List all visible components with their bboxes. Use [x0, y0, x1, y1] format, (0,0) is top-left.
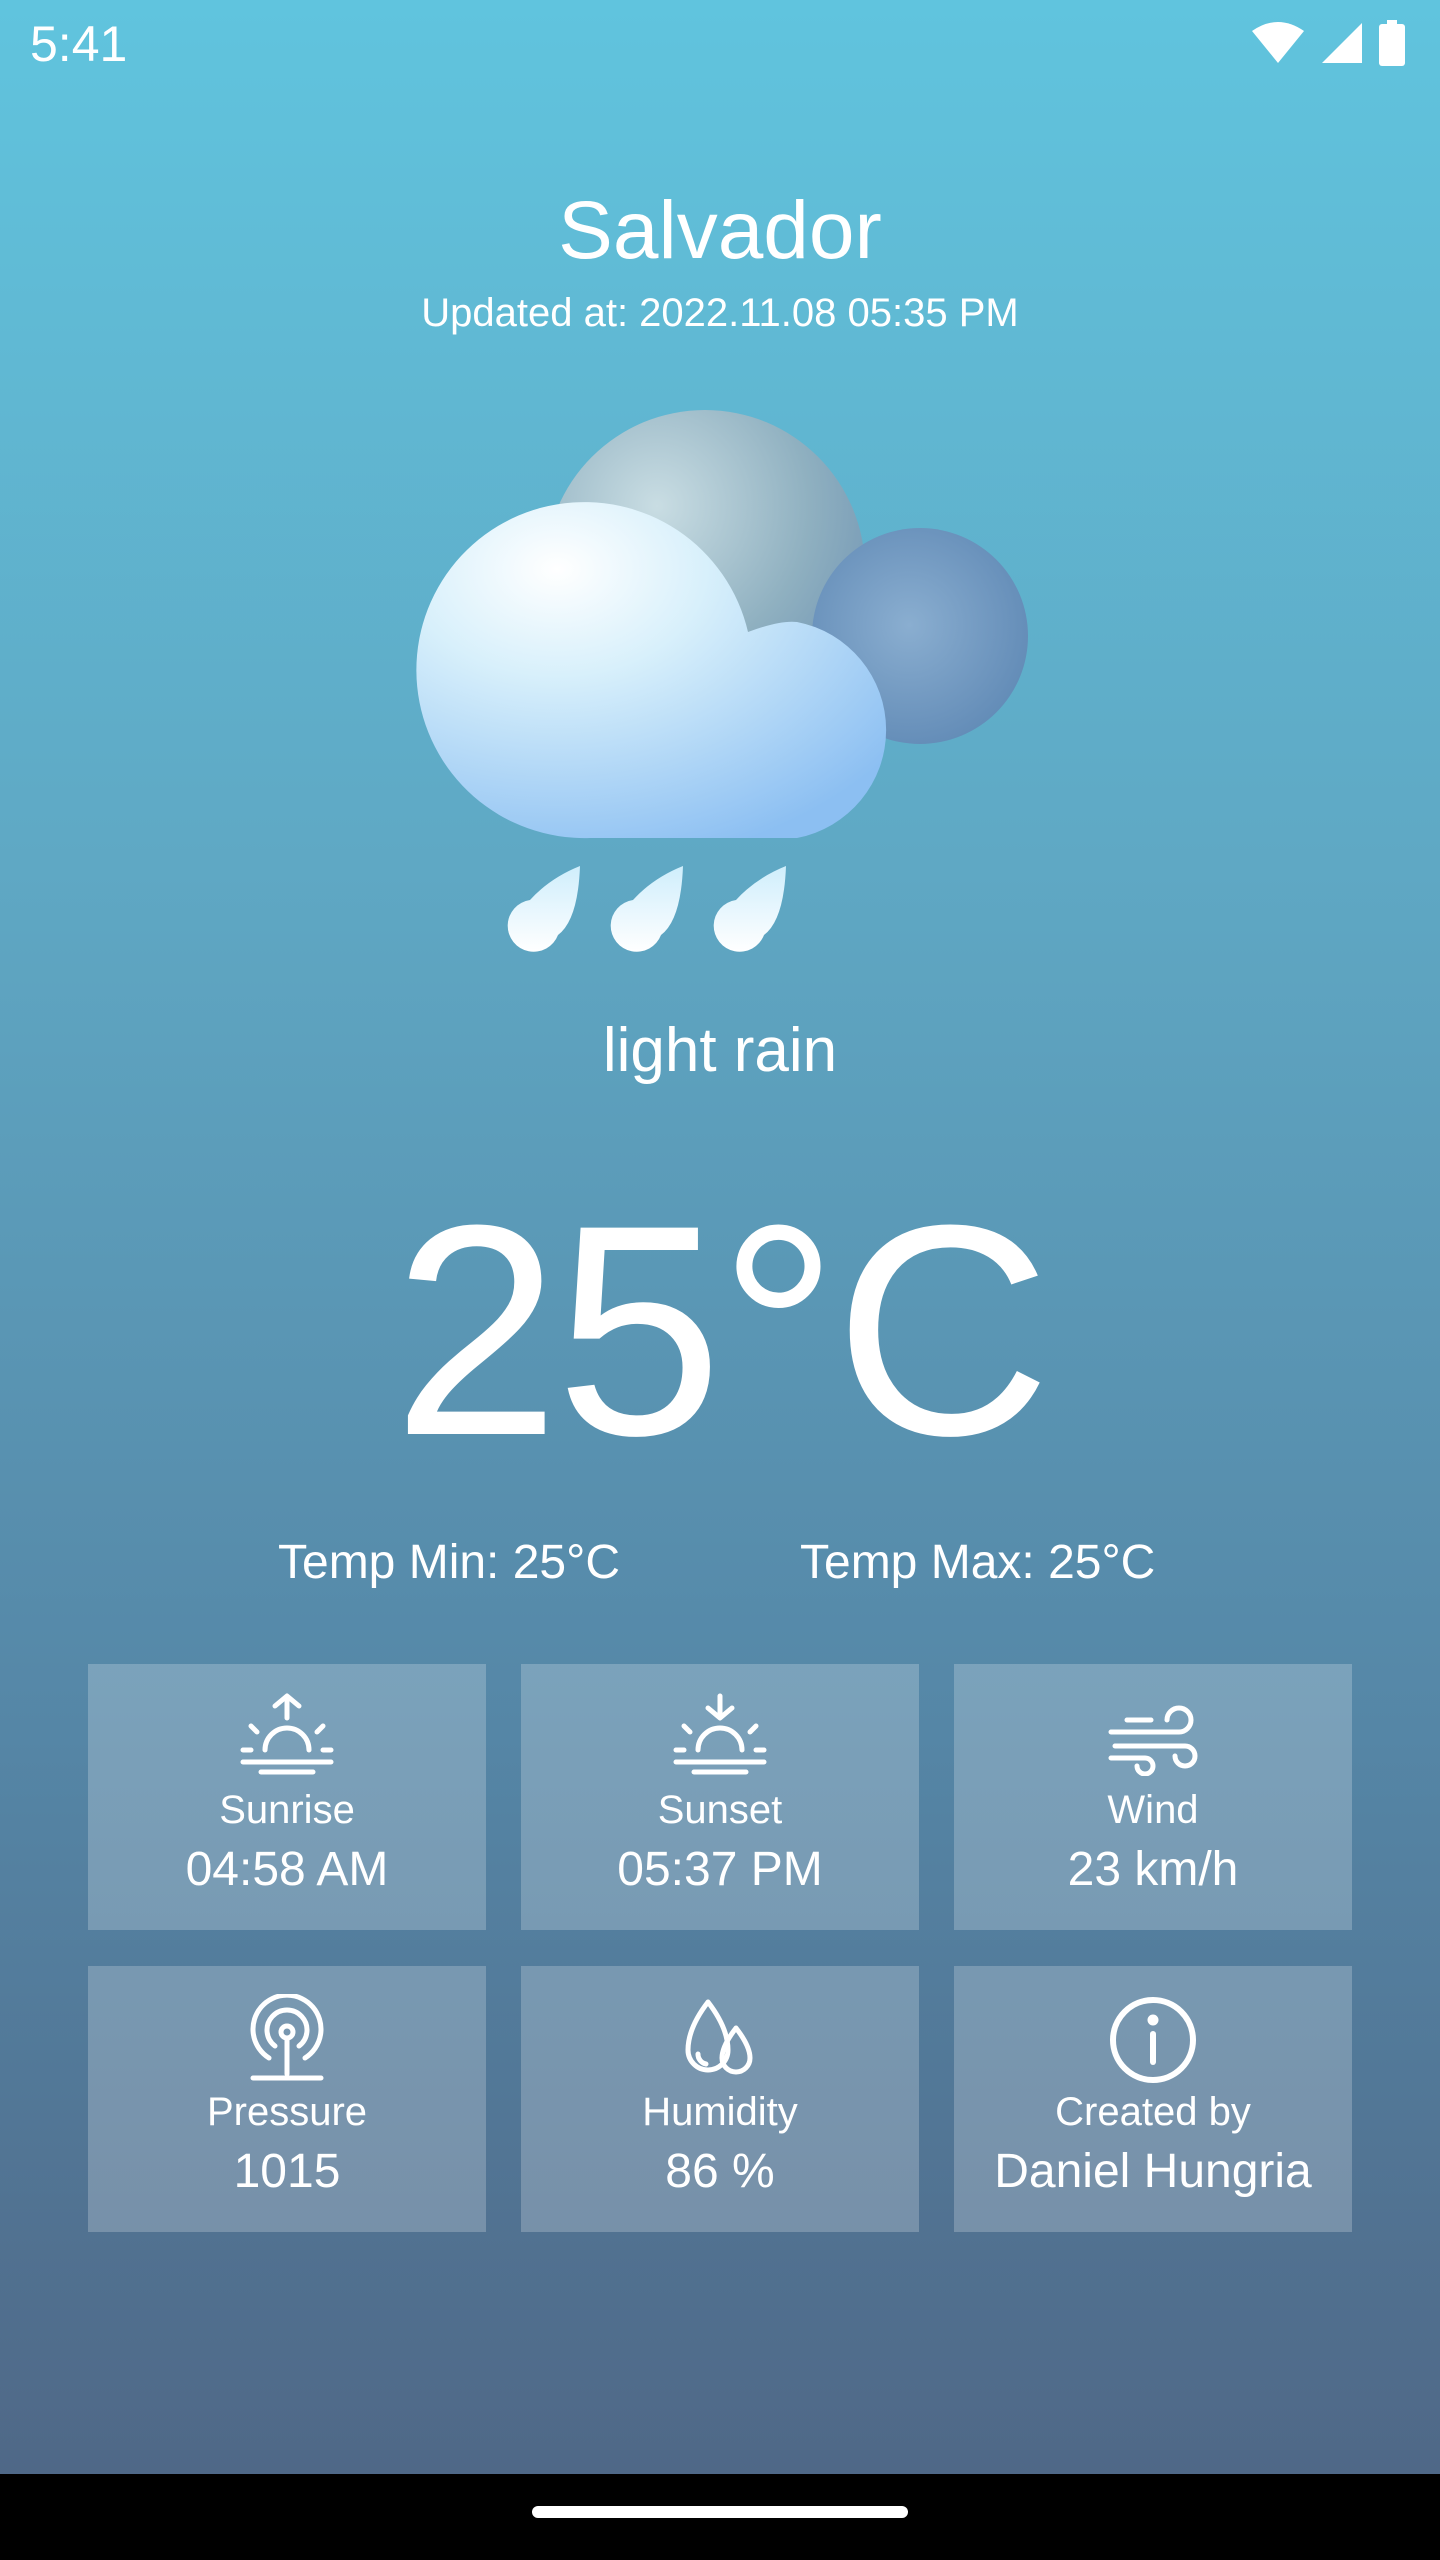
updated-at: Updated at: 2022.11.08 05:35 PM	[421, 291, 1019, 335]
tile-label: Wind	[1107, 1788, 1199, 1832]
tile-humidity: Humidity 86 %	[521, 1966, 919, 2232]
tile-value: 05:37 PM	[617, 1843, 823, 1896]
tile-pressure: Pressure 1015	[88, 1966, 486, 2232]
cellular-signal-icon	[1322, 23, 1362, 63]
tile-value: Daniel Hungria	[994, 2145, 1312, 2198]
cloud-rain-icon	[416, 410, 1028, 952]
info-icon	[1110, 1997, 1196, 2083]
humidity-icon	[685, 1999, 753, 2075]
tile-label: Sunset	[657, 1788, 783, 1832]
current-temperature: 25°C	[392, 1162, 1051, 1498]
tile-label: Created by	[1055, 2090, 1251, 2134]
sunset-icon	[673, 1693, 767, 1775]
pressure-icon	[250, 1994, 324, 2081]
wifi-icon	[1252, 22, 1304, 63]
home-gesture-handle[interactable]	[532, 2506, 908, 2518]
tile-sunrise: Sunrise 04:58 AM	[88, 1664, 486, 1930]
tile-label: Sunrise	[219, 1788, 355, 1832]
temp-min: Temp Min: 25°C	[278, 1536, 620, 1589]
city-name: Salvador	[558, 185, 882, 276]
temp-max: Temp Max: 25°C	[800, 1536, 1156, 1589]
tile-wind: Wind 23 km/h	[954, 1664, 1352, 1930]
tile-value: 23 km/h	[1067, 1843, 1239, 1896]
tile-created-by: Created by Daniel Hungria	[954, 1966, 1352, 2232]
tile-value: 1015	[233, 2145, 341, 2198]
wind-icon	[1108, 1705, 1198, 1776]
tile-label: Pressure	[206, 2090, 368, 2134]
weather-screen: 5:41 Salvador Updated at: 2022.11.08 05:…	[0, 0, 1440, 2474]
tile-value: 86 %	[665, 2145, 775, 2198]
tile-sunset: Sunset 05:37 PM	[521, 1664, 919, 1930]
weather-description: light rain	[602, 1016, 838, 1085]
tile-value: 04:58 AM	[185, 1843, 389, 1896]
sunrise-icon	[240, 1693, 334, 1775]
status-icons	[1250, 18, 1406, 68]
status-time: 5:41	[30, 16, 128, 72]
battery-icon	[1379, 20, 1405, 66]
tile-label: Humidity	[642, 2090, 798, 2134]
